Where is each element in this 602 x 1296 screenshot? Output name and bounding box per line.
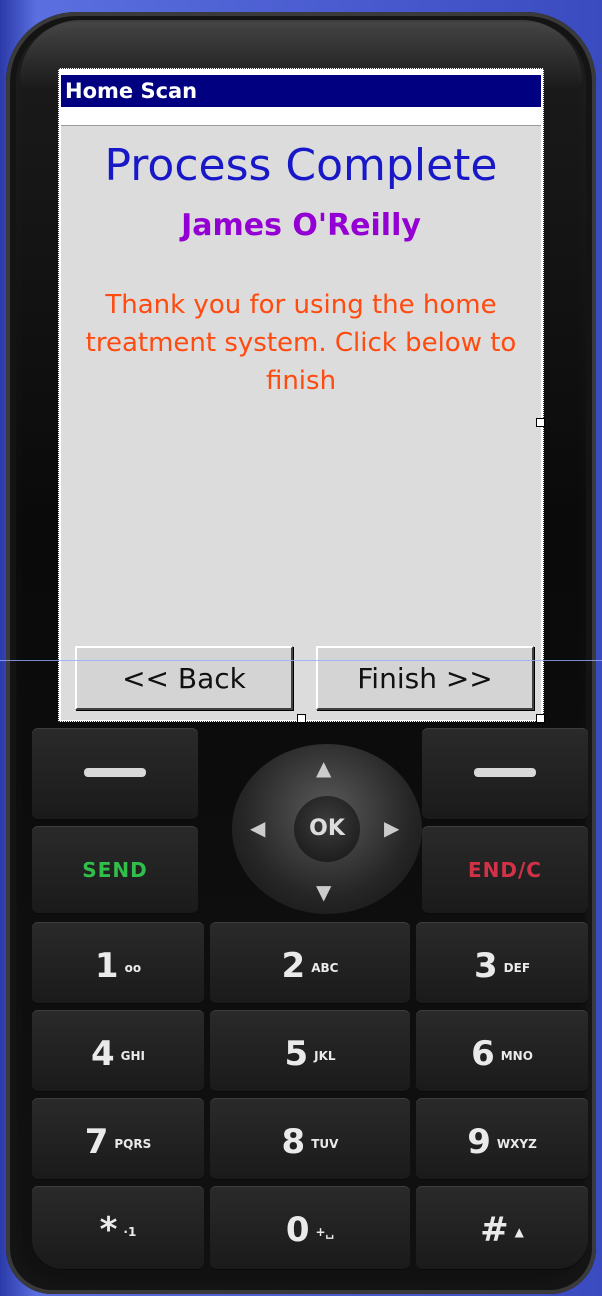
digit-label: 9 [467,1122,491,1162]
digit-label: 1 [94,946,119,986]
letters-label: GHI [120,1048,146,1063]
guide-line [0,660,602,661]
finish-button[interactable]: Finish >> [316,646,534,710]
key-7[interactable]: 7 PQRS [32,1098,204,1180]
key-1[interactable]: 1 oo [32,922,204,1004]
resize-handle-bottom[interactable] [297,714,306,723]
right-soft-key[interactable] [422,728,588,820]
digit-label: 7 [84,1122,109,1162]
letters-label: MNO [500,1048,533,1063]
letters-label: ABC [311,960,339,975]
resize-handle-corner[interactable] [536,714,545,723]
soft-key-dash-icon [84,768,146,777]
key-0[interactable]: 0 +␣ [210,1186,410,1270]
letters-label: PQRS [114,1136,152,1151]
digit-label: * [99,1210,118,1250]
digit-label: 0 [285,1210,310,1250]
digit-label: 3 [473,946,498,986]
digit-label: 4 [90,1034,115,1074]
completion-message: Thank you for using the home treatment s… [85,290,517,396]
soft-key-dash-icon [474,768,536,777]
up-arrow-icon: ▲ [514,1224,524,1239]
key-5[interactable]: 5 JKL [210,1010,410,1092]
phone-keypad: ▲ ▼ ◀ ▶ OK SEND END/C 1 oo 2 ABC 3 DEF 4 GHI… [32,728,588,1288]
letters-label: WXYZ [496,1136,537,1151]
digit-label: 5 [284,1034,309,1074]
key-hash[interactable]: # ▲ [416,1186,588,1270]
resize-handle-right[interactable] [536,418,545,427]
device-screen: Home Scan Process Complete James O'Reill… [58,68,545,723]
process-complete-heading: Process Complete [104,140,498,191]
up-arrow-icon[interactable]: ▲ [316,756,331,780]
title-bar: Home Scan [61,75,541,107]
form-area: Process Complete James O'Reilly Thank yo… [61,125,541,720]
digit-label: 8 [281,1122,306,1162]
back-button[interactable]: << Back [75,646,293,710]
left-arrow-icon[interactable]: ◀ [250,816,265,840]
send-key[interactable]: SEND [32,826,198,914]
send-label: SEND [82,858,148,882]
right-arrow-icon[interactable]: ▶ [384,816,399,840]
end-label: END/C [468,858,542,882]
key-3[interactable]: 3 DEF [416,922,588,1004]
end-key[interactable]: END/C [422,826,588,914]
ok-button[interactable]: OK [294,796,360,862]
patient-name: James O'Reilly [181,208,421,243]
left-soft-key[interactable] [32,728,198,820]
letters-label: JKL [314,1048,336,1063]
digit-label: # [480,1210,509,1250]
key-9[interactable]: 9 WXYZ [416,1098,588,1180]
digit-label: 6 [471,1034,495,1074]
letters-label: +␣ [315,1224,335,1239]
down-arrow-icon[interactable]: ▼ [316,880,331,904]
key-6[interactable]: 6 MNO [416,1010,588,1092]
letters-label: ·1 [123,1224,137,1239]
letters-label: DEF [503,960,531,975]
key-4[interactable]: 4 GHI [32,1010,204,1092]
key-star[interactable]: * ·1 [32,1186,204,1270]
key-8[interactable]: 8 TUV [210,1098,410,1180]
key-2[interactable]: 2 ABC [210,922,410,1004]
voicemail-icon: oo [124,960,142,975]
digit-label: 2 [281,946,306,986]
dpad[interactable]: ▲ ▼ ◀ ▶ OK [232,744,422,914]
letters-label: TUV [311,1136,339,1151]
